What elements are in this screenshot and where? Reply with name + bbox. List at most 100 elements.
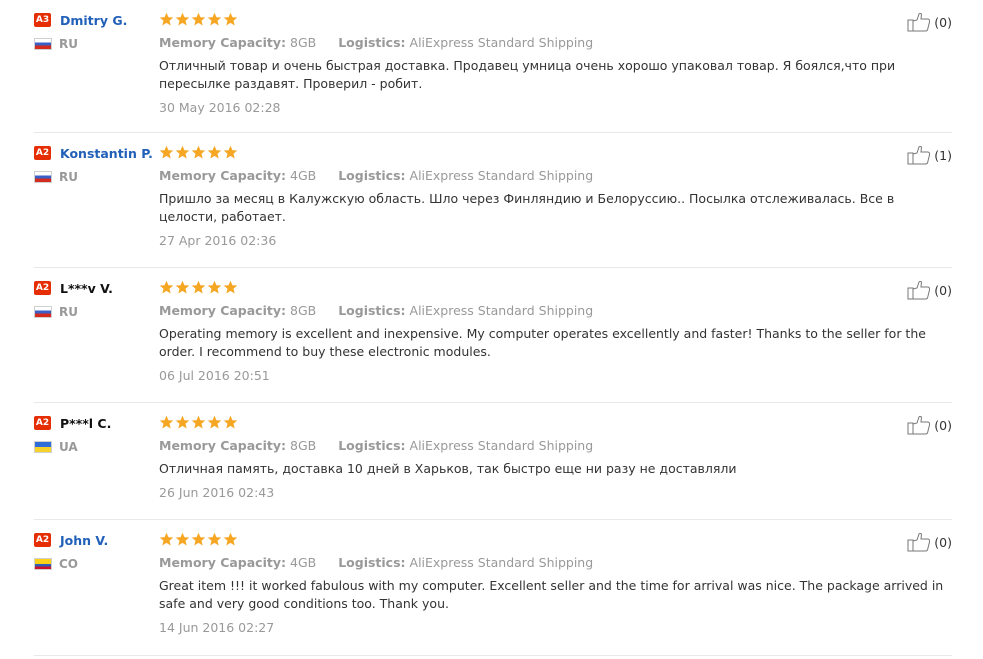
review-text: Отличная память, доставка 10 дней в Харь… xyxy=(159,461,737,476)
reviewer-info: A2 P***l C. UA xyxy=(34,414,154,454)
star-icon xyxy=(191,12,206,26)
logistics-label: Logistics: xyxy=(338,303,406,318)
country-code: RU xyxy=(59,37,78,51)
star-icon xyxy=(175,145,190,159)
country-code: UA xyxy=(59,440,78,454)
review-meta: Memory Capacity: 8GB Logistics: AliExpre… xyxy=(159,34,949,51)
review-item: A2 L***v V. RU Memory Capacity: 8GB Logi… xyxy=(34,268,952,403)
reviewer-name-link[interactable]: Dmitry G. xyxy=(60,13,127,28)
reviewer-name: P***l C. xyxy=(60,415,112,431)
logistics-label: Logistics: xyxy=(338,438,406,453)
logistics-value: AliExpress Standard Shipping xyxy=(409,438,594,453)
review-meta: Memory Capacity: 4GB Logistics: AliExpre… xyxy=(159,167,949,184)
review-meta: Memory Capacity: 8GB Logistics: AliExpre… xyxy=(159,437,949,454)
buyer-level-badge: A2 xyxy=(34,416,51,430)
reviewer-name-link[interactable]: Konstantin P. xyxy=(60,146,153,161)
review-body: Memory Capacity: 4GB Logistics: AliExpre… xyxy=(159,531,949,636)
review-item: A2 P***l C. UA Memory Capacity: 8GB Logi… xyxy=(34,403,952,520)
buyer-level-badge: A2 xyxy=(34,146,51,160)
review-list: A3 Dmitry G. RU Memory Capacity: 8GB Log… xyxy=(34,0,952,656)
logistics-value: AliExpress Standard Shipping xyxy=(409,35,594,50)
review-body: Memory Capacity: 4GB Logistics: AliExpre… xyxy=(159,144,949,249)
helpful-button[interactable]: (0) xyxy=(907,12,952,32)
logistics-label: Logistics: xyxy=(338,555,406,570)
star-icon xyxy=(175,280,190,294)
logistics-value: AliExpress Standard Shipping xyxy=(409,555,594,570)
helpful-count: (0) xyxy=(934,417,952,433)
star-icon xyxy=(159,280,174,294)
reviewer-name-link[interactable]: John V. xyxy=(60,533,108,548)
helpful-button[interactable]: (1) xyxy=(907,145,952,165)
country-code: CO xyxy=(59,557,79,571)
helpful-count: (0) xyxy=(934,14,952,30)
thumbs-up-icon xyxy=(907,13,931,32)
logistics-label: Logistics: xyxy=(338,168,406,183)
thumbs-up-icon xyxy=(907,146,931,165)
buyer-level-badge: A2 xyxy=(34,533,51,547)
review-date: 14 Jun 2016 02:27 xyxy=(159,620,275,635)
memory-capacity-label: Memory Capacity: xyxy=(159,168,287,183)
helpful-button[interactable]: (0) xyxy=(907,532,952,552)
logistics-value: AliExpress Standard Shipping xyxy=(409,168,594,183)
country-code: RU xyxy=(59,305,78,319)
buyer-level-badge: A2 xyxy=(34,281,51,295)
memory-capacity-value: 4GB xyxy=(290,555,317,570)
helpful-button[interactable]: (0) xyxy=(907,415,952,435)
thumbs-up-icon xyxy=(907,281,931,300)
memory-capacity-value: 8GB xyxy=(290,35,317,50)
ukraine-flag-icon xyxy=(34,441,52,453)
star-rating xyxy=(159,531,949,548)
review-date: 30 May 2016 02:28 xyxy=(159,100,281,115)
reviewer-info: A2 Konstantin P. RU xyxy=(34,144,154,184)
country-code: RU xyxy=(59,170,78,184)
reviewer-info: A2 John V. CO xyxy=(34,531,154,571)
logistics-value: AliExpress Standard Shipping xyxy=(409,303,594,318)
star-icon xyxy=(223,145,238,159)
review-date: 26 Jun 2016 02:43 xyxy=(159,485,275,500)
memory-capacity-label: Memory Capacity: xyxy=(159,303,287,318)
star-icon xyxy=(207,532,222,546)
star-icon xyxy=(207,145,222,159)
memory-capacity-value: 4GB xyxy=(290,168,317,183)
star-icon xyxy=(223,12,238,26)
star-icon xyxy=(191,532,206,546)
star-icon xyxy=(191,415,206,429)
star-icon xyxy=(175,415,190,429)
thumbs-up-icon xyxy=(907,533,931,552)
star-icon xyxy=(159,415,174,429)
star-rating xyxy=(159,11,949,28)
star-icon xyxy=(223,280,238,294)
review-item: A3 Dmitry G. RU Memory Capacity: 8GB Log… xyxy=(34,0,952,133)
reviewer-name: L***v V. xyxy=(60,280,113,296)
helpful-count: (0) xyxy=(934,534,952,550)
memory-capacity-label: Memory Capacity: xyxy=(159,555,287,570)
star-rating xyxy=(159,279,949,296)
review-item: A2 John V. CO Memory Capacity: 4GB Logis… xyxy=(34,520,952,656)
russia-flag-icon xyxy=(34,38,52,50)
logistics-label: Logistics: xyxy=(338,35,406,50)
memory-capacity-label: Memory Capacity: xyxy=(159,35,287,50)
star-icon xyxy=(175,532,190,546)
review-item: A2 Konstantin P. RU Memory Capacity: 4GB… xyxy=(34,133,952,268)
memory-capacity-value: 8GB xyxy=(290,303,317,318)
review-text: Пришло за месяц в Калужскую область. Шло… xyxy=(159,191,895,224)
star-rating xyxy=(159,414,949,431)
reviewer-info: A2 L***v V. RU xyxy=(34,279,154,319)
review-text: Отличный товар и очень быстрая доставка.… xyxy=(159,58,896,91)
review-date: 27 Apr 2016 02:36 xyxy=(159,233,277,248)
russia-flag-icon xyxy=(34,306,52,318)
review-body: Memory Capacity: 8GB Logistics: AliExpre… xyxy=(159,414,949,501)
star-icon xyxy=(191,280,206,294)
colombia-flag-icon xyxy=(34,558,52,570)
star-icon xyxy=(223,415,238,429)
helpful-count: (0) xyxy=(934,282,952,298)
helpful-button[interactable]: (0) xyxy=(907,280,952,300)
star-icon xyxy=(191,145,206,159)
review-meta: Memory Capacity: 8GB Logistics: AliExpre… xyxy=(159,302,949,319)
star-rating xyxy=(159,144,949,161)
russia-flag-icon xyxy=(34,171,52,183)
memory-capacity-value: 8GB xyxy=(290,438,317,453)
review-body: Memory Capacity: 8GB Logistics: AliExpre… xyxy=(159,11,949,116)
review-text: Great item !!! it worked fabulous with m… xyxy=(159,578,944,611)
helpful-count: (1) xyxy=(934,147,952,163)
